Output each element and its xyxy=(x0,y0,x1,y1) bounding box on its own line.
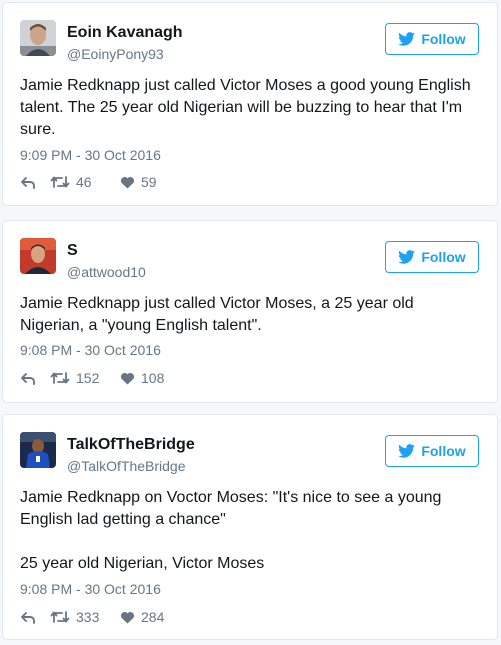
heart-icon xyxy=(120,176,135,189)
user-handle[interactable]: @EoinyPony93 xyxy=(67,46,164,62)
reply-button[interactable] xyxy=(20,610,50,624)
tweet-card: TalkOfTheBridge @TalkOfTheBridge Follow … xyxy=(2,414,498,640)
reply-button[interactable] xyxy=(20,371,50,385)
like-button[interactable]: 108 xyxy=(120,370,164,386)
avatar[interactable] xyxy=(20,20,56,56)
tweet-paragraph: Jamie Redknapp just called Victor Moses,… xyxy=(20,295,414,334)
retweet-button[interactable]: 46 xyxy=(50,174,120,190)
retweet-icon xyxy=(50,372,70,384)
retweet-button[interactable]: 333 xyxy=(50,609,120,625)
heart-icon xyxy=(120,611,135,624)
twitter-bird-icon xyxy=(398,250,416,264)
tweet-timestamp[interactable]: 9:08 PM - 30 Oct 2016 xyxy=(20,581,161,597)
display-name[interactable]: S xyxy=(67,242,78,260)
follow-label: Follow xyxy=(421,31,466,47)
tweet-actions: 152 108 xyxy=(20,370,164,386)
retweet-icon xyxy=(50,176,70,188)
follow-label: Follow xyxy=(421,249,466,265)
reply-icon xyxy=(21,177,35,189)
retweet-button[interactable]: 152 xyxy=(50,370,120,386)
twitter-bird-icon xyxy=(398,32,416,46)
follow-button[interactable]: Follow xyxy=(385,241,479,273)
reply-icon xyxy=(21,612,35,624)
user-handle[interactable]: @attwood10 xyxy=(67,264,146,280)
tweet-text: Jamie Redknapp just called Victor Moses,… xyxy=(20,293,480,337)
user-handle[interactable]: @TalkOfTheBridge xyxy=(67,458,185,474)
follow-button[interactable]: Follow xyxy=(385,23,479,55)
avatar[interactable] xyxy=(20,432,56,468)
twitter-bird-icon xyxy=(398,444,416,458)
tweet-text: Jamie Redknapp just called Victor Moses … xyxy=(20,75,480,141)
like-button[interactable]: 284 xyxy=(120,609,164,625)
retweet-count: 333 xyxy=(76,609,100,625)
tweet-actions: 46 59 xyxy=(20,174,157,190)
like-count: 284 xyxy=(141,609,165,625)
tweet-card: Eoin Kavanagh @EoinyPony93 Follow Jamie … xyxy=(2,2,498,206)
tweet-text: Jamie Redknapp on Voctor Moses: "It's ni… xyxy=(20,487,480,575)
tweet-timestamp[interactable]: 9:09 PM - 30 Oct 2016 xyxy=(20,147,161,163)
retweet-icon xyxy=(50,611,70,623)
display-name[interactable]: TalkOfTheBridge xyxy=(67,436,195,454)
display-name[interactable]: Eoin Kavanagh xyxy=(67,24,183,42)
like-button[interactable]: 59 xyxy=(120,174,157,190)
follow-label: Follow xyxy=(421,443,466,459)
tweet-paragraph: 25 year old Nigerian, Victor Moses xyxy=(20,555,265,572)
like-count: 59 xyxy=(141,174,157,190)
heart-icon xyxy=(120,372,135,385)
follow-button[interactable]: Follow xyxy=(385,435,479,467)
like-count: 108 xyxy=(141,370,165,386)
reply-icon xyxy=(21,373,35,385)
tweet-paragraph: Jamie Redknapp just called Victor Moses … xyxy=(20,77,471,138)
avatar[interactable] xyxy=(20,238,56,274)
reply-button[interactable] xyxy=(20,175,50,189)
tweet-paragraph: Jamie Redknapp on Voctor Moses: "It's ni… xyxy=(20,489,442,528)
tweet-timestamp[interactable]: 9:08 PM - 30 Oct 2016 xyxy=(20,342,161,358)
retweet-count: 152 xyxy=(76,370,100,386)
tweet-actions: 333 284 xyxy=(20,609,164,625)
tweet-card: S @attwood10 Follow Jamie Redknapp just … xyxy=(2,220,498,403)
retweet-count: 46 xyxy=(76,174,92,190)
